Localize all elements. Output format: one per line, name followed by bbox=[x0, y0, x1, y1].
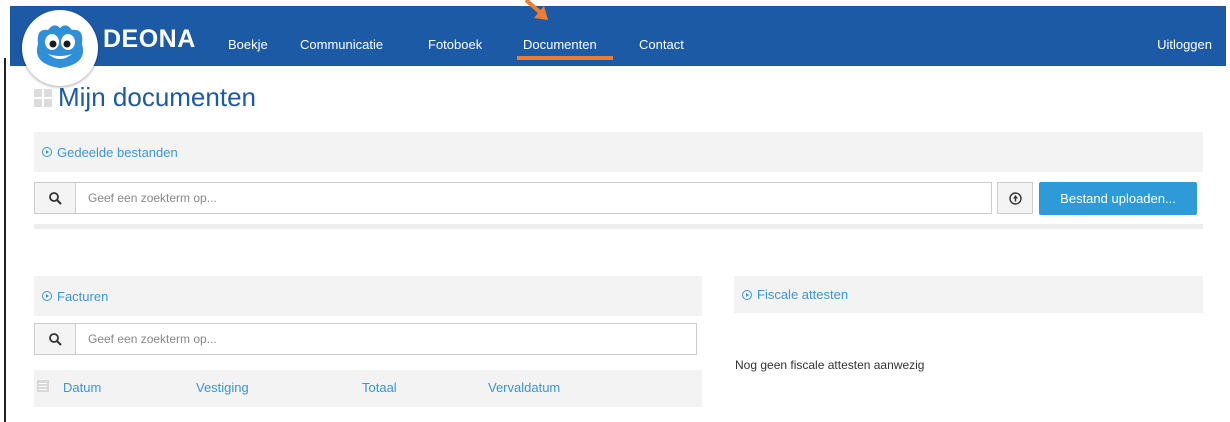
circle-chevron-icon bbox=[742, 289, 752, 300]
nav-item-contact[interactable]: Contact bbox=[639, 37, 684, 52]
list-icon bbox=[37, 380, 49, 392]
search-icon[interactable] bbox=[35, 183, 76, 213]
page-title-text: Mijn documenten bbox=[58, 82, 256, 112]
grid-icon bbox=[34, 88, 52, 107]
shared-files-search bbox=[34, 182, 992, 214]
left-border-line bbox=[4, 58, 6, 422]
column-header-datum[interactable]: Datum bbox=[63, 380, 101, 395]
column-header-vestiging[interactable]: Vestiging bbox=[196, 380, 249, 395]
nav-item-boekje[interactable]: Boekje bbox=[228, 37, 268, 52]
mascot-logo bbox=[36, 25, 84, 68]
nav-item-fotoboek[interactable]: Fotoboek bbox=[428, 37, 482, 52]
logout-link[interactable]: Uitloggen bbox=[1157, 37, 1212, 52]
tax-certificates-empty-message: Nog geen fiscale attesten aanwezig bbox=[735, 358, 925, 372]
circle-chevron-icon bbox=[42, 147, 52, 157]
invoices-search bbox=[34, 323, 697, 355]
brand-name[interactable]: DEONA bbox=[103, 25, 196, 54]
invoices-search-input[interactable] bbox=[76, 324, 696, 354]
active-nav-underline bbox=[517, 56, 613, 60]
invoices-title: Facturen bbox=[57, 288, 109, 304]
column-header-vervaldatum[interactable]: Vervaldatum bbox=[488, 380, 560, 395]
page-title: Mijn documenten bbox=[34, 82, 256, 113]
column-header-totaal[interactable]: Totaal bbox=[362, 380, 397, 395]
section-divider bbox=[34, 224, 1203, 229]
tax-certificates-header[interactable]: Fiscale attesten bbox=[734, 276, 1203, 313]
circle-chevron-icon bbox=[42, 291, 52, 301]
search-icon[interactable] bbox=[35, 324, 76, 354]
upload-file-button[interactable]: Bestand uploaden... bbox=[1039, 182, 1197, 215]
tax-certificates-title: Fiscale attesten bbox=[757, 287, 849, 302]
shared-files-title: Gedeelde bestanden bbox=[57, 144, 178, 160]
invoices-header[interactable]: Facturen bbox=[34, 276, 702, 316]
nav-item-communicatie[interactable]: Communicatie bbox=[300, 37, 383, 52]
nav-item-documenten[interactable]: Documenten bbox=[523, 37, 597, 52]
arrow-pointer-icon bbox=[524, 0, 548, 20]
upload-icon[interactable] bbox=[997, 182, 1033, 214]
shared-files-header[interactable]: Gedeelde bestanden bbox=[34, 132, 1203, 172]
shared-files-search-input[interactable] bbox=[76, 183, 991, 213]
invoices-table-header: Datum Vestiging Totaal Vervaldatum bbox=[34, 370, 702, 407]
logo[interactable] bbox=[22, 10, 98, 86]
